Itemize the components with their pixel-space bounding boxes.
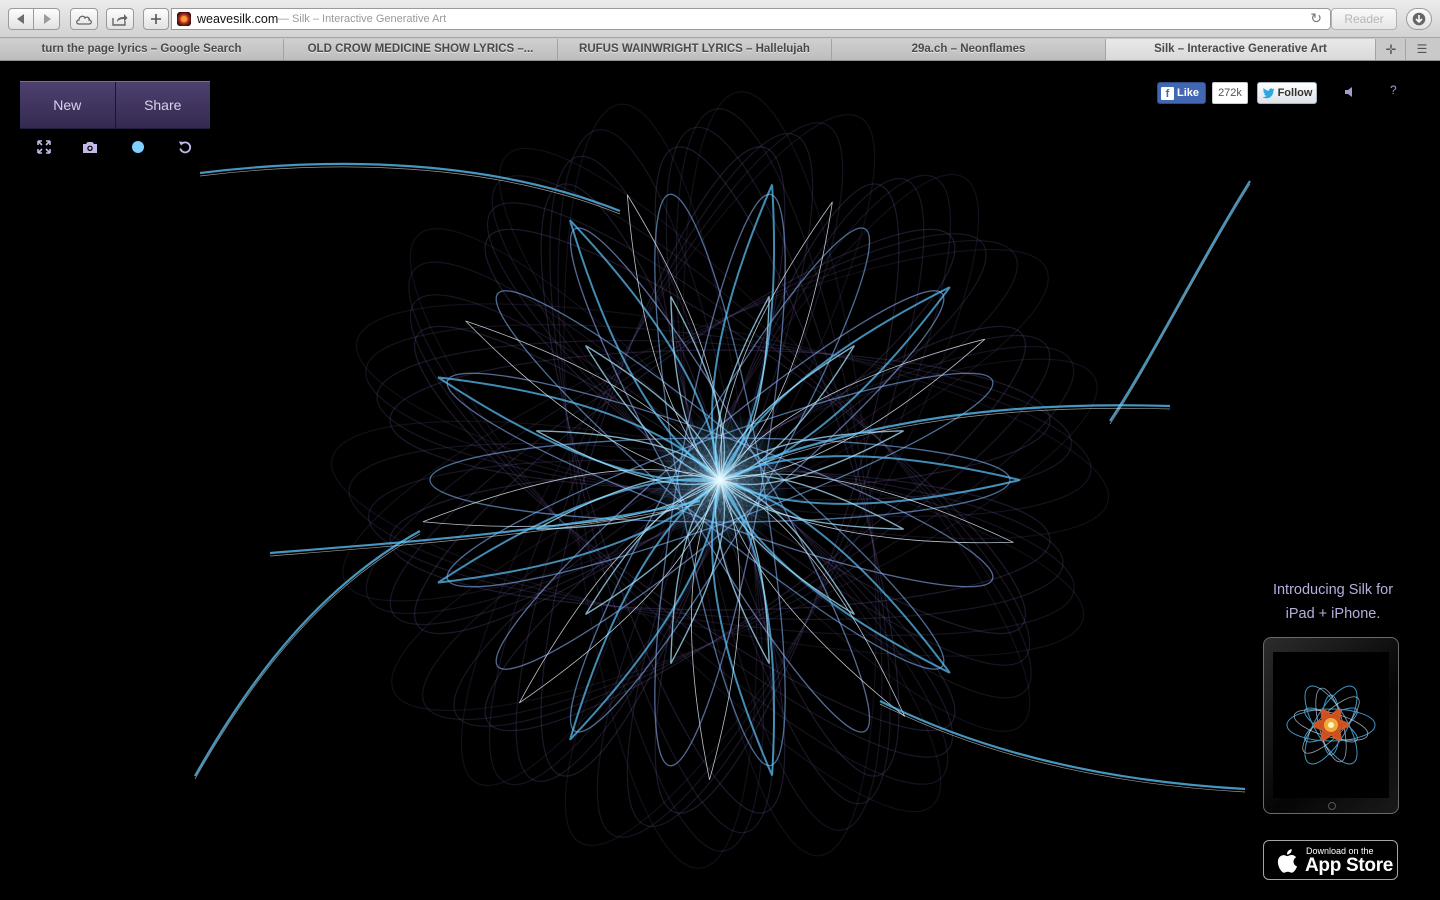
add-tab-button[interactable]: ✛ xyxy=(1377,39,1406,60)
downloads-button[interactable] xyxy=(1406,8,1432,30)
browser-toolbar: weavesilk.com — Silk – Interactive Gener… xyxy=(0,0,1440,38)
facebook-icon: f xyxy=(1161,86,1174,100)
reload-icon[interactable]: ↻ xyxy=(1310,10,1322,27)
silk-canvas[interactable] xyxy=(0,61,1440,900)
help-button[interactable]: ? xyxy=(1390,83,1397,97)
ipad-preview-image[interactable] xyxy=(1263,637,1399,814)
ipad-screen xyxy=(1273,652,1389,798)
sound-toggle-icon[interactable] xyxy=(1344,85,1356,103)
address-bar[interactable]: weavesilk.com — Silk – Interactive Gener… xyxy=(171,8,1331,30)
fullscreen-icon[interactable] xyxy=(36,139,52,155)
reader-button[interactable]: Reader xyxy=(1331,8,1397,30)
app-store-badge[interactable]: Download on the App Store xyxy=(1263,840,1398,880)
site-favicon-icon xyxy=(177,12,191,26)
icloud-tabs-button[interactable] xyxy=(70,8,98,30)
url-page-title: — Silk – Interactive Generative Art xyxy=(278,13,447,25)
tab-old-crow-lyrics[interactable]: OLD CROW MEDICINE SHOW LYRICS –... xyxy=(284,39,558,60)
undo-icon[interactable] xyxy=(177,139,193,155)
silk-page: New Share f Like 272k Follow ? Introduci… xyxy=(0,61,1440,900)
ipad-silk-flower-icon xyxy=(1286,685,1376,765)
forward-button[interactable] xyxy=(33,8,60,30)
new-button[interactable]: New xyxy=(20,82,115,128)
forward-arrow-icon xyxy=(43,14,51,24)
camera-icon[interactable] xyxy=(82,139,98,155)
tab-overview-button[interactable]: ☰ xyxy=(1408,39,1436,60)
facebook-like-button[interactable]: f Like xyxy=(1157,82,1206,104)
apple-logo-icon xyxy=(1277,849,1297,873)
like-count: 272k xyxy=(1212,82,1248,104)
app-store-big-text: App Store xyxy=(1305,855,1394,876)
promo-line-1: Introducing Silk for xyxy=(1272,582,1394,598)
ios-promo-text[interactable]: Introducing Silk for iPad + iPhone. xyxy=(1262,578,1404,626)
cloud-icon xyxy=(76,15,92,25)
silk-button-group: New Share xyxy=(20,81,210,128)
tab-neonflames[interactable]: 29a.ch – Neonflames xyxy=(832,39,1106,60)
promo-line-2: iPad + iPhone. xyxy=(1285,606,1381,622)
tab-google-search[interactable]: turn the page lyrics – Google Search xyxy=(0,39,284,60)
color-dot-icon[interactable] xyxy=(130,139,146,155)
url-domain: weavesilk.com xyxy=(197,12,279,26)
download-icon xyxy=(1412,12,1426,26)
follow-label: Follow xyxy=(1277,87,1313,99)
twitter-bird-icon xyxy=(1261,87,1275,98)
plus-icon xyxy=(151,14,161,24)
share-silk-button[interactable]: Share xyxy=(114,82,210,128)
share-button[interactable] xyxy=(106,8,134,30)
tab-bar: turn the page lyrics – Google Search OLD… xyxy=(0,38,1440,61)
twitter-follow-button[interactable]: Follow xyxy=(1257,82,1317,104)
ipad-home-button xyxy=(1328,802,1336,810)
tab-rufus-lyrics[interactable]: RUFUS WAINWRIGHT LYRICS – Hallelujah xyxy=(558,39,832,60)
share-icon xyxy=(112,13,128,26)
new-tab-button[interactable] xyxy=(143,8,169,30)
like-label: Like xyxy=(1177,87,1200,99)
tab-silk[interactable]: Silk – Interactive Generative Art xyxy=(1106,39,1376,60)
silk-artwork xyxy=(194,91,1251,869)
back-arrow-icon xyxy=(17,14,24,24)
back-button[interactable] xyxy=(8,8,34,30)
